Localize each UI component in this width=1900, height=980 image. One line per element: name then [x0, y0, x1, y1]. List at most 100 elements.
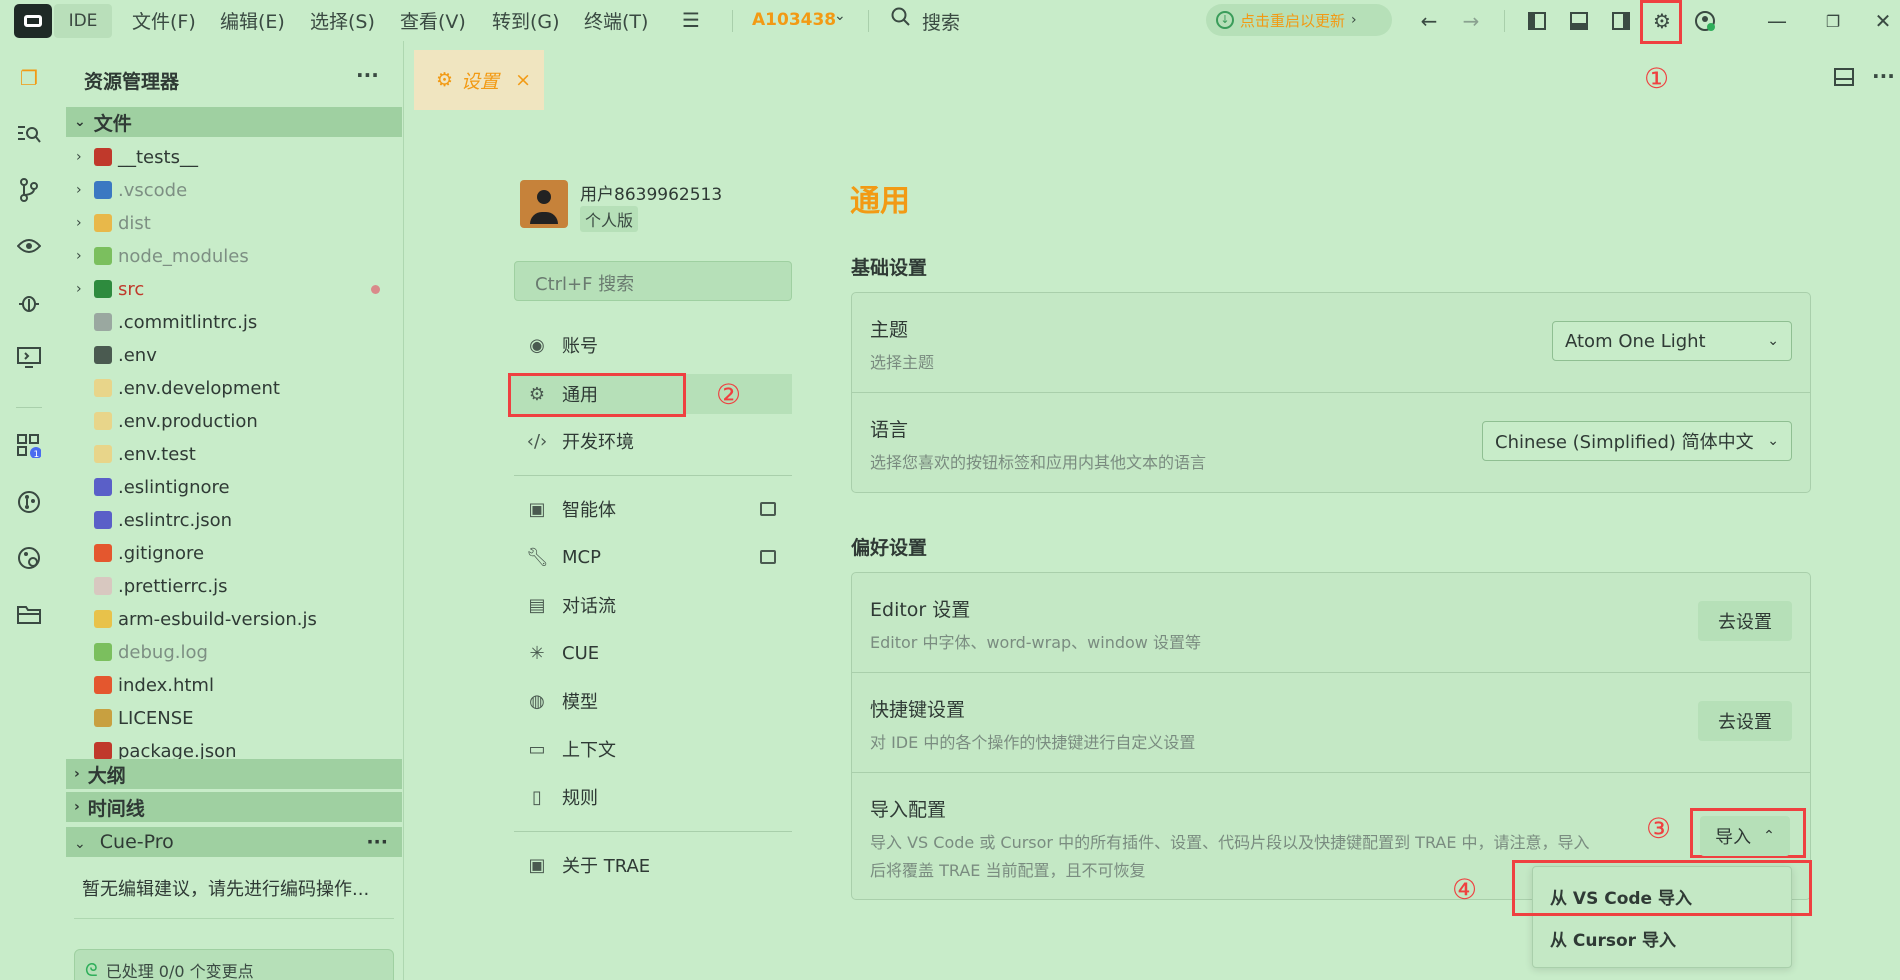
keybindings-description: 对 IDE 中的各个操作的快捷键进行自定义设置 — [870, 733, 1196, 752]
file-item[interactable]: .env.test — [66, 439, 402, 469]
import-from-cursor-option[interactable]: 从 Cursor 导入 — [1550, 926, 1676, 951]
file-icon — [94, 610, 112, 628]
file-item[interactable]: index.html — [66, 670, 402, 700]
folder-item[interactable]: › node_modules — [66, 241, 402, 271]
theme-select[interactable]: Atom One Light ⌄ — [1552, 321, 1792, 361]
nav-item-rules[interactable]: ▯ 规则 — [526, 777, 792, 817]
annotation-box — [508, 373, 686, 417]
update-button[interactable]: ↓ 点击重启以更新 › — [1206, 4, 1392, 36]
git-graph-icon[interactable] — [16, 489, 42, 515]
file-item[interactable]: .gitignore — [66, 538, 402, 568]
ide-mode-button[interactable]: IDE — [54, 4, 112, 38]
import-config-title: 导入配置 — [870, 799, 947, 821]
section-timeline[interactable]: › 时间线 — [66, 792, 402, 822]
folder-item[interactable]: › dist — [66, 208, 402, 238]
language-description: 选择您喜欢的按钮标签和应用内其他文本的语言 — [870, 453, 1207, 472]
nav-item-model[interactable]: ◍ 模型 — [526, 681, 792, 721]
file-item[interactable]: debug.log — [66, 637, 402, 667]
close-icon[interactable]: × — [515, 69, 531, 91]
file-item[interactable]: .prettierrc.js — [66, 571, 402, 601]
toggle-bottom-panel-icon[interactable] — [1566, 8, 1592, 34]
remote-monitor-icon[interactable] — [16, 345, 42, 371]
chevron-down-icon: ⌄ — [74, 114, 86, 130]
language-value: Chinese (Simplified) 简体中文 — [1495, 432, 1754, 453]
keybindings-button[interactable]: 去设置 — [1698, 701, 1792, 741]
project-selector[interactable]: A103438 — [752, 10, 836, 30]
menu-view[interactable]: 查看(V) — [400, 7, 466, 34]
nav-item-agents[interactable]: ▣ 智能体 — [526, 489, 792, 529]
account-icon[interactable] — [1692, 8, 1718, 34]
external-link-icon — [760, 550, 776, 564]
section-cue-pro[interactable]: ⌄ Cue-Pro ··· — [66, 827, 402, 857]
restore-icon[interactable]: ❐ — [1820, 8, 1846, 34]
tab-settings[interactable]: ⚙ 设置 × — [414, 50, 544, 110]
back-arrow-icon[interactable]: ← — [1416, 8, 1442, 34]
folder-icon — [94, 181, 112, 199]
explorer-files-icon[interactable]: ❐ — [16, 65, 42, 91]
menu-select[interactable]: 选择(S) — [310, 7, 375, 34]
menu-edit[interactable]: 编辑(E) — [220, 7, 285, 34]
file-item[interactable]: .env — [66, 340, 402, 370]
menu-goto[interactable]: 转到(G) — [492, 7, 560, 34]
nav-item-chat-flow[interactable]: ▤ 对话流 — [526, 585, 792, 625]
nav-item-cue[interactable]: ✳ CUE — [526, 633, 792, 673]
file-item[interactable]: .commitlintrc.js — [66, 307, 402, 337]
git-history-icon[interactable] — [16, 545, 42, 571]
nav-item-mcp[interactable]: 🔧︎ MCP — [526, 537, 792, 577]
app-logo-icon[interactable] — [14, 4, 52, 38]
more-actions-icon[interactable]: ··· — [1872, 64, 1895, 88]
section-outline[interactable]: › 大纲 — [66, 759, 402, 789]
source-control-icon[interactable] — [16, 177, 42, 203]
file-name: .env.production — [118, 410, 258, 432]
folder-item[interactable]: › __tests__ — [66, 142, 402, 172]
file-item[interactable]: LICENSE — [66, 703, 402, 733]
split-editor-icon[interactable] — [1834, 68, 1854, 91]
menu-file[interactable]: 文件(F) — [132, 7, 196, 34]
folder-item[interactable]: › src — [66, 274, 402, 304]
nav-item-about[interactable]: ▣ 关于 TRAE — [526, 845, 792, 885]
toggle-right-panel-icon[interactable] — [1608, 8, 1634, 34]
search-icon[interactable] — [890, 6, 912, 33]
file-item[interactable]: .eslintrc.json — [66, 505, 402, 535]
settings-gear-icon[interactable]: ⚙ — [1649, 8, 1675, 34]
file-item[interactable]: .env.production — [66, 406, 402, 436]
close-window-icon[interactable]: ✕ — [1870, 8, 1896, 34]
nav-item-context[interactable]: ▭ 上下文 — [526, 729, 792, 769]
file-name: .eslintrc.json — [118, 509, 233, 531]
sparkle-icon: ✳ — [529, 642, 545, 664]
nav-item-account[interactable]: ◉ 账号 — [526, 325, 792, 365]
extensions-icon[interactable]: 1 — [16, 433, 42, 459]
more-actions-icon[interactable]: ··· — [366, 831, 388, 853]
preview-eye-icon[interactable] — [16, 233, 42, 259]
folder-icon[interactable] — [16, 601, 42, 627]
language-select[interactable]: Chinese (Simplified) 简体中文 ⌄ — [1482, 421, 1792, 461]
search-files-icon[interactable] — [16, 121, 42, 147]
search-label[interactable]: 搜索 — [922, 8, 960, 35]
explorer-title: 资源管理器 — [84, 71, 180, 93]
settings-search-input[interactable]: Ctrl+F 搜索 — [514, 261, 792, 301]
chevron-right-icon: › — [76, 182, 82, 198]
folder-icon — [94, 148, 112, 166]
file-name: node_modules — [118, 245, 249, 267]
section-files[interactable]: ⌄ 文件 — [66, 107, 402, 137]
debug-bug-icon[interactable] — [16, 289, 42, 315]
more-actions-icon[interactable]: ··· — [356, 63, 379, 87]
nav-item-dev-env[interactable]: ‹/› 开发环境 — [526, 421, 792, 461]
folder-item[interactable]: › .vscode — [66, 175, 402, 205]
file-item[interactable]: .eslintignore — [66, 472, 402, 502]
minimize-icon[interactable]: — — [1764, 8, 1790, 34]
section-label: 文件 — [93, 112, 132, 135]
forward-arrow-icon[interactable]: → — [1458, 8, 1484, 34]
editor-settings-button[interactable]: 去设置 — [1698, 601, 1792, 641]
chevron-down-icon[interactable]: ⌄ — [834, 8, 846, 24]
file-item[interactable]: .env.development — [66, 373, 402, 403]
menu-terminal[interactable]: 终端(T) — [584, 7, 648, 34]
section-label: 时间线 — [87, 797, 145, 820]
toggle-left-panel-icon[interactable] — [1524, 8, 1550, 34]
file-item[interactable]: arm-esbuild-version.js — [66, 604, 402, 634]
import-button[interactable]: 导入 ⌃ — [1700, 816, 1790, 856]
hamburger-menu-icon[interactable]: ☰ — [678, 7, 704, 33]
import-from-vscode-option[interactable]: 从 VS Code 导入 — [1550, 884, 1692, 909]
file-name: index.html — [118, 674, 214, 696]
cue-status-bar[interactable]: ᘓ 已处理 0/0 个变更点 — [74, 949, 394, 980]
